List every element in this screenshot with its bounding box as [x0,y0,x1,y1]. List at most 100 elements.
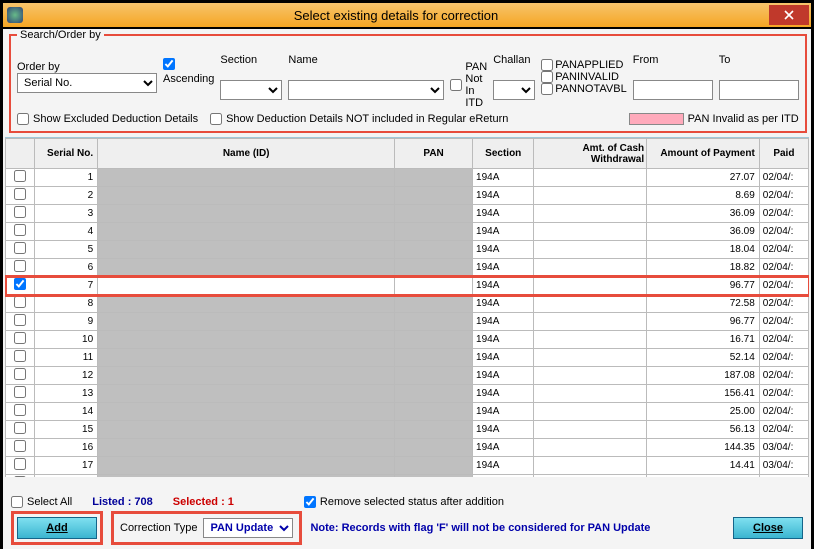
cell-pan [395,421,473,439]
row-checkbox[interactable] [14,314,26,326]
cell-cash [534,313,647,331]
table-row[interactable]: 7194A96.7702/04/: [6,277,809,295]
section-select[interactable] [220,80,282,100]
cell-amount: 18.04 [647,241,760,259]
cell-name [98,457,395,475]
table-row[interactable]: 4194A36.0902/04/: [6,223,809,241]
cell-name [98,277,395,295]
cell-pan [395,277,473,295]
table-row[interactable]: 15194A56.1302/04/: [6,421,809,439]
show-excluded-checkbox[interactable] [17,113,29,125]
row-checkbox[interactable] [14,242,26,254]
table-row[interactable]: 16194A144.3503/04/: [6,439,809,457]
cell-cash [534,367,647,385]
pannotavbl-checkbox-label[interactable]: PANNOTAVBL [541,83,627,95]
cell-section: 194A [473,205,534,223]
row-checkbox[interactable] [14,458,26,470]
cell-section: 194A [473,169,534,187]
cell-amount: 56.13 [647,421,760,439]
cell-paid: 02/04/: [759,385,808,403]
table-row[interactable]: 9194A96.7702/04/: [6,313,809,331]
cell-section: 194A [473,457,534,475]
pan-not-in-itd-checkbox-label[interactable]: PAN Not In ITD [450,61,487,109]
cell-amount: 96.77 [647,277,760,295]
pannotavbl-checkbox[interactable] [541,83,553,95]
window-close-button[interactable] [769,5,809,25]
table-row[interactable]: 11194A52.1402/04/: [6,349,809,367]
cell-cash [534,385,647,403]
table-row[interactable]: 8194A72.5802/04/: [6,295,809,313]
show-not-included-checkbox[interactable] [210,113,222,125]
cell-cash [534,421,647,439]
table-row[interactable]: 6194A18.8202/04/: [6,259,809,277]
row-checkbox[interactable] [14,422,26,434]
table-row[interactable]: 5194A18.0402/04/: [6,241,809,259]
table-row[interactable]: 10194A16.7102/04/: [6,331,809,349]
cell-pan [395,259,473,277]
show-excluded-checkbox-label[interactable]: Show Excluded Deduction Details [17,113,198,125]
cell-pan [395,439,473,457]
row-checkbox[interactable] [14,332,26,344]
cell-amount: 187.08 [647,367,760,385]
table-row[interactable]: 14194A25.0002/04/: [6,403,809,421]
cell-name [98,169,395,187]
row-checkbox[interactable] [14,404,26,416]
cell-amount: 27.07 [647,169,760,187]
order-by-select[interactable]: Serial No. [17,73,157,93]
from-input[interactable] [633,80,713,100]
remove-status-checkbox[interactable] [304,496,316,508]
add-button[interactable]: Add [17,517,97,539]
cell-section: 194A [473,223,534,241]
name-select[interactable] [288,80,444,100]
to-input[interactable] [719,80,799,100]
row-checkbox[interactable] [14,350,26,362]
order-by-label: Order by [17,61,157,73]
pan-not-in-itd-checkbox[interactable] [450,79,462,91]
paninvalid-checkbox[interactable] [541,71,553,83]
panapplied-checkbox-label[interactable]: PANAPPLIED [541,59,627,71]
cell-amount: 52.14 [647,349,760,367]
challan-select[interactable] [493,80,535,100]
table-row[interactable]: 1194A27.0702/04/: [6,169,809,187]
close-button[interactable]: Close [733,517,803,539]
remove-status-checkbox-label[interactable]: Remove selected status after addition [304,496,504,508]
cell-amount: 16.71 [647,331,760,349]
cell-paid: 02/04/: [759,295,808,313]
row-checkbox[interactable] [14,278,26,290]
row-checkbox[interactable] [14,296,26,308]
row-checkbox[interactable] [14,188,26,200]
ascending-checkbox[interactable] [163,58,175,70]
cell-serial: 14 [34,403,98,421]
cell-name [98,403,395,421]
select-all-checkbox[interactable] [11,496,23,508]
table-row[interactable]: 17194A14.4103/04/: [6,457,809,475]
row-checkbox[interactable] [14,476,26,477]
row-checkbox[interactable] [14,368,26,380]
correction-type-select[interactable]: PAN Update [203,518,293,538]
table-row[interactable]: 2194A8.6902/04/: [6,187,809,205]
table-row[interactable]: 13194A156.4102/04/: [6,385,809,403]
search-legend: Search/Order by [17,29,104,41]
row-checkbox[interactable] [14,170,26,182]
cell-pan [395,331,473,349]
ascending-checkbox-label[interactable]: Ascending [163,58,214,85]
row-checkbox[interactable] [14,224,26,236]
row-checkbox[interactable] [14,440,26,452]
cell-amount: 96.77 [647,313,760,331]
row-checkbox[interactable] [14,206,26,218]
table-row[interactable]: 3194A36.0902/04/: [6,205,809,223]
row-checkbox[interactable] [14,260,26,272]
select-all-checkbox-label[interactable]: Select All [11,496,72,508]
show-not-included-checkbox-label[interactable]: Show Deduction Details NOT included in R… [210,113,508,125]
panapplied-checkbox[interactable] [541,59,553,71]
cell-section: 194A [473,475,534,478]
paninvalid-checkbox-label[interactable]: PANINVALID [541,71,627,83]
table-row[interactable]: 12194A187.0802/04/: [6,367,809,385]
row-checkbox[interactable] [14,386,26,398]
search-panel: Search/Order by Order by Serial No. Asce… [9,29,807,133]
table-row[interactable]: 18194A9.0003/04/: [6,475,809,478]
cell-amount: 36.09 [647,205,760,223]
cell-amount: 9.00 [647,475,760,478]
cell-amount: 72.58 [647,295,760,313]
cell-pan [395,223,473,241]
